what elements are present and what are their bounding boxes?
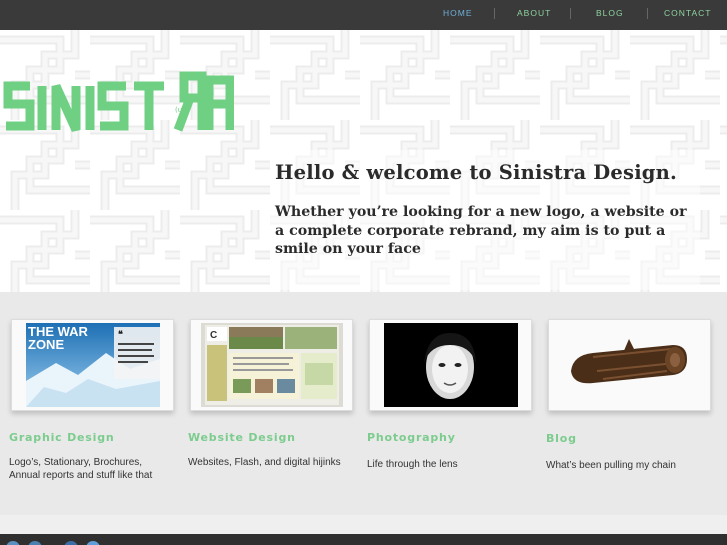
portrait-photo-image: [384, 323, 518, 407]
website-design-thumbnail[interactable]: C: [190, 319, 353, 411]
hero-tagline: Whether you’re looking for a new logo, a…: [275, 204, 687, 257]
sinistra-logo[interactable]: (ui): [2, 68, 234, 138]
log-image: [563, 323, 697, 407]
svg-text:C: C: [210, 330, 217, 341]
service-description: Logo’s, Stationary, Brochures, Annual re…: [9, 457, 153, 481]
nav-contact-link[interactable]: CONTACT: [664, 8, 711, 18]
nav-blog-link[interactable]: BLOG: [596, 8, 624, 18]
nav-separator: [570, 8, 571, 19]
service-title[interactable]: Photography: [367, 431, 456, 444]
service-title[interactable]: Graphic Design: [9, 431, 115, 444]
top-navigation-bar: HOME ABOUT BLOG CONTACT: [0, 0, 727, 30]
logo-sub-text: (ui): [175, 106, 187, 114]
service-title[interactable]: Blog: [546, 432, 577, 445]
service-description: Life through the lens: [367, 459, 458, 470]
nav-separator: [647, 8, 648, 19]
services-section: ❝ THE WAR ZONE Graphic Design Logo’s, St…: [0, 292, 727, 515]
photography-thumbnail[interactable]: [369, 319, 532, 411]
nav-home-link[interactable]: HOME: [443, 8, 473, 18]
service-description: What’s been pulling my chain: [546, 460, 676, 471]
footer-bar: [0, 534, 727, 545]
hero-section: (ui) Hello & welcome to Sinistra Design.…: [0, 30, 727, 292]
website-screenshot-image: C: [201, 323, 343, 407]
graphic-design-thumbnail[interactable]: ❝ THE WAR ZONE: [11, 319, 174, 411]
service-description: Websites, Flash, and digital hijinks: [188, 457, 341, 468]
nav-about-link[interactable]: ABOUT: [517, 8, 551, 18]
svg-text:❝: ❝: [118, 329, 123, 339]
blog-thumbnail[interactable]: [548, 319, 711, 411]
nav-separator: [494, 8, 495, 19]
war-zone-poster-title: THE WAR ZONE: [28, 324, 88, 352]
hero-title: Hello & welcome to Sinistra Design.: [275, 161, 678, 184]
service-title[interactable]: Website Design: [188, 431, 296, 444]
